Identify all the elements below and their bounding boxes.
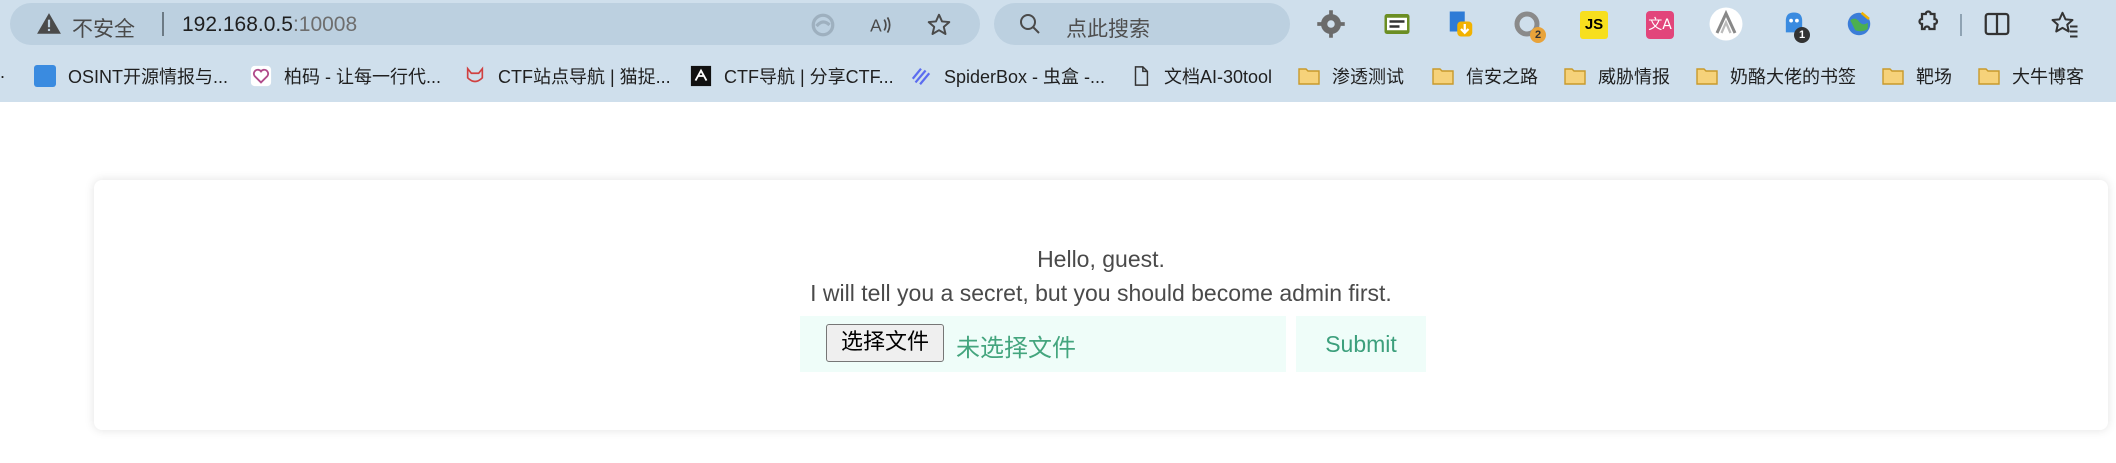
mail-extension-icon[interactable] <box>1382 9 1412 39</box>
translate-extension-icon[interactable]: 文A <box>1646 11 1674 39</box>
bookmark-label: CTF站点导航 | 猫捉... <box>498 67 671 87</box>
choose-file-button[interactable]: 选择文件 <box>826 324 944 362</box>
url-text[interactable]: 192.168.0.5:10008 <box>182 13 357 37</box>
bookmark-item[interactable]: 柏码 - 让每一行代... <box>250 62 441 90</box>
file-status-text: 未选择文件 <box>956 334 1076 362</box>
heart-icon <box>250 65 272 87</box>
search-placeholder: 点此搜索 <box>1066 18 1150 41</box>
js-extension-icon[interactable]: JS <box>1580 11 1608 39</box>
folder-icon <box>1298 68 1320 85</box>
edge-logo-icon[interactable] <box>810 12 836 38</box>
blue-square-icon <box>34 65 56 87</box>
color-extension-badge: 2 <box>1530 27 1546 43</box>
folder-icon <box>1696 68 1718 85</box>
split-screen-icon[interactable] <box>1982 9 2012 39</box>
bookmark-folder[interactable]: 威胁情报 <box>1564 62 1670 90</box>
bookmark-label: 靶场 <box>1916 67 1952 87</box>
folder-icon <box>1882 68 1904 85</box>
search-icon <box>1020 14 1040 34</box>
search-box[interactable]: 点此搜索 <box>994 3 1290 45</box>
bookmark-label: 奶酪大佬的书签 <box>1730 67 1856 87</box>
favorites-icon[interactable] <box>2050 9 2080 39</box>
folder-icon <box>1564 68 1586 85</box>
bookmark-folder[interactable]: 信安之路 <box>1432 62 1538 90</box>
browser-toolbar: 不安全 192.168.0.5:10008 A 点此搜索 2 JS 文A 1 <box>0 0 2116 50</box>
color-extension[interactable]: 2 <box>1512 9 1548 45</box>
bookmark-item[interactable]: CTF站点导航 | 猫捉... <box>464 62 671 90</box>
content-card: Hello, guest. I will tell you a secret, … <box>94 180 2108 430</box>
address-bar[interactable]: 不安全 192.168.0.5:10008 A <box>10 3 980 45</box>
bookmark-folder[interactable]: 靶场 <box>1882 62 1952 90</box>
ghost-extension[interactable]: 1 <box>1780 9 1816 45</box>
bookmark-item[interactable]: OSINT开源情报与... <box>34 62 228 90</box>
favorite-star-icon[interactable] <box>926 12 952 38</box>
download-extension-icon[interactable] <box>1446 9 1476 39</box>
folder-icon <box>1432 68 1454 85</box>
bookmark-label: 渗透测试 <box>1332 67 1404 87</box>
bookmark-label: OSINT开源情报与... <box>68 67 229 87</box>
url-port: :10008 <box>292 13 358 36</box>
bookmark-label: 大牛博客 <box>2012 67 2084 87</box>
flag-icon <box>690 65 712 87</box>
browser-chrome: 不安全 192.168.0.5:10008 A 点此搜索 2 JS 文A 1 .… <box>0 0 2116 102</box>
bookmark-label: 威胁情报 <box>1598 67 1670 87</box>
submit-button[interactable]: Submit <box>1296 316 1426 372</box>
bookmark-item[interactable]: 文档AI-30tool <box>1130 62 1272 90</box>
bookmark-folder[interactable]: 渗透测试 <box>1298 62 1404 90</box>
ghost-extension-badge: 1 <box>1794 27 1810 43</box>
secret-message: I will tell you a secret, but you should… <box>810 280 1392 306</box>
bookmark-item[interactable]: SpiderBox - 虫盒 -... <box>910 62 1105 90</box>
gear-extension-icon[interactable] <box>1316 9 1346 39</box>
greeting-text: Hello, guest. <box>1037 246 1165 272</box>
bookmark-folder[interactable]: 奶酪大佬的书签 <box>1696 62 1856 90</box>
profile-avatar-icon[interactable] <box>1708 6 1744 42</box>
document-icon <box>1134 66 1149 86</box>
bookmark-label: CTF导航 | 分享CTF... <box>724 67 894 87</box>
toolbar-separator <box>1960 14 1962 36</box>
url-host: 192.168.0.5 <box>182 13 293 36</box>
svg-text:A: A <box>870 16 882 36</box>
read-aloud-icon[interactable]: A <box>868 12 894 38</box>
bookmark-label: 信安之路 <box>1466 67 1538 87</box>
bookmark-item[interactable]: CTF导航 | 分享CTF... <box>690 62 894 90</box>
bookmark-label: 文档AI-30tool <box>1164 67 1273 87</box>
file-upload-field[interactable]: 选择文件 未选择文件 <box>800 316 1286 372</box>
bookmark-label: SpiderBox - 虫盒 -... <box>944 67 1106 87</box>
globe-extension-icon[interactable] <box>1844 9 1874 39</box>
bookmark-folder[interactable]: 大牛博客 <box>1978 62 2084 90</box>
warning-icon[interactable] <box>36 11 62 37</box>
insecure-label[interactable]: 不安全 <box>72 13 135 43</box>
bookmark-overflow-dots[interactable]: . <box>0 62 5 83</box>
extensions-puzzle-icon[interactable] <box>1912 9 1942 39</box>
cat-icon <box>466 66 484 83</box>
bookmark-label: 柏码 - 让每一行代... <box>284 67 441 87</box>
spider-icon <box>911 67 931 85</box>
bookmarks-bar: . OSINT开源情报与... 柏码 - 让每一行代... CTF站点导航 | … <box>0 56 2116 96</box>
address-separator <box>162 12 164 36</box>
folder-icon <box>1978 68 2000 85</box>
